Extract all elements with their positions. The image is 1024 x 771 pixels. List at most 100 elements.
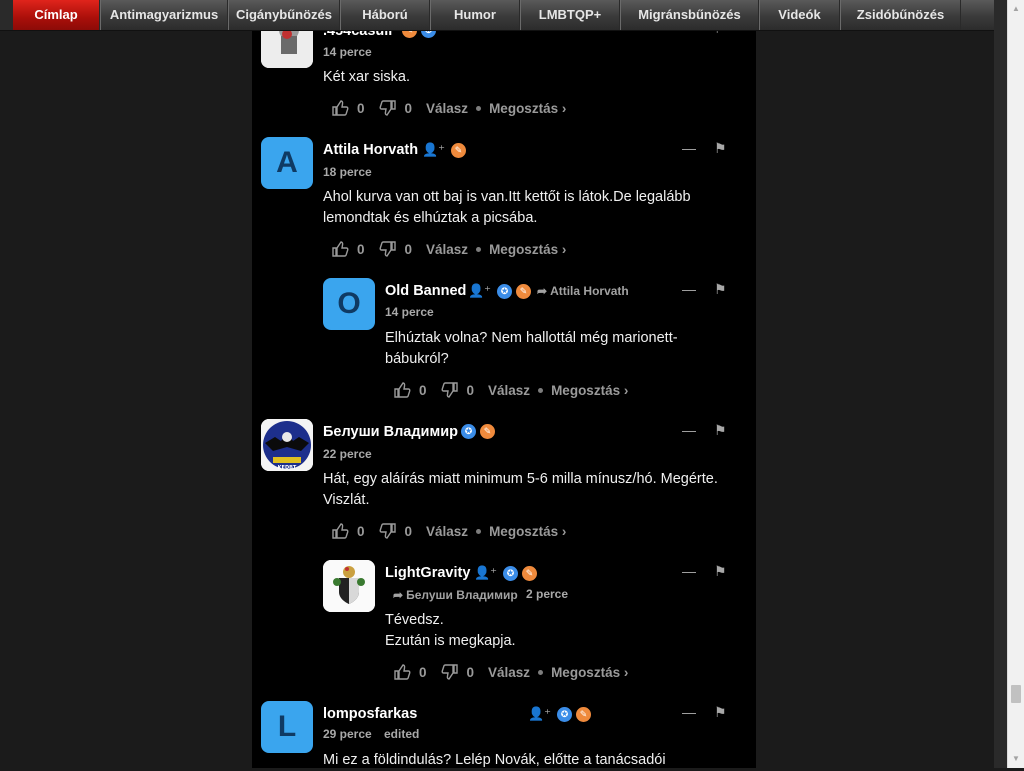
follow-user-icon[interactable]: 👤⁺ (422, 142, 445, 158)
comment-body: Tévedsz. Ezután is megkapja. (385, 610, 805, 652)
coat-of-arms-avatar-image (323, 560, 375, 612)
scroll-up-arrow-icon[interactable]: ▲ (1008, 2, 1024, 16)
pencil-badge-icon: ✎ (522, 565, 538, 581)
follow-user-icon[interactable]: 👤⁺ (528, 706, 551, 722)
pencil-badge-icon: ✎ (451, 142, 467, 158)
collapse-icon[interactable]: — (682, 281, 696, 297)
avatar[interactable]: L (261, 701, 313, 753)
reply-to-name[interactable]: Attila Horvath (550, 284, 629, 298)
flag-icon[interactable]: ⚑ (714, 704, 727, 721)
collapse-icon[interactable]: — (682, 563, 696, 579)
flag-icon[interactable]: ⚑ (714, 563, 727, 580)
comment-body: Hát, egy aláírás miatt minimum 5-6 milla… (323, 471, 718, 508)
share-button[interactable]: Megosztás › (489, 242, 566, 257)
flag-icon[interactable]: ⚑ (714, 281, 727, 298)
nav-item-zsidobunozes[interactable]: Zsidóbűnözés (840, 0, 961, 30)
collapse-icon[interactable]: — (682, 422, 696, 438)
reply-button[interactable]: Válasz (426, 524, 468, 539)
comment-timestamp[interactable]: 18 perce (323, 165, 372, 179)
scroll-thumb[interactable] (1011, 685, 1021, 703)
thumbs-down-icon[interactable] (441, 663, 459, 681)
dislike-count: 0 (404, 523, 413, 539)
avatar[interactable] (323, 560, 375, 612)
award-badge-icon: ✪ (461, 424, 476, 439)
comment-actions: 0 0 Válasz Megosztás › (331, 240, 566, 258)
comment-body-line: Ezután is megkapja. (385, 633, 516, 649)
thumbs-down-icon[interactable] (379, 240, 397, 258)
dislike-count: 0 (404, 241, 413, 257)
thumbs-down-icon[interactable] (379, 522, 397, 540)
thumbs-up-icon[interactable] (393, 663, 411, 681)
comment-author[interactable]: Белуши Владимир (323, 424, 458, 440)
nav-item-migransbunozes[interactable]: Migránsbűnözés (620, 0, 759, 30)
page-scrollbar[interactable]: ▲ ▼ (1007, 0, 1024, 768)
share-button[interactable]: Megosztás › (489, 101, 566, 116)
nav-item-cimlap[interactable]: Címlap (13, 0, 100, 30)
pencil-badge-icon: ✎ (576, 706, 592, 722)
nav-item-haboru[interactable]: Háború (340, 0, 430, 30)
thumbs-up-icon[interactable] (331, 522, 349, 540)
flag-icon[interactable]: ⚑ (714, 140, 727, 157)
separator-dot (476, 528, 482, 534)
collapse-icon[interactable]: — (682, 140, 696, 156)
comment-author[interactable]: Old Banned (385, 283, 466, 299)
comment-timestamp[interactable]: 22 perce (323, 447, 372, 461)
scroll-down-arrow-icon[interactable]: ▼ (1008, 752, 1024, 766)
svg-text:KEDBT: KEDBT (278, 465, 297, 471)
dislike-count: 0 (404, 100, 413, 116)
share-button[interactable]: Megosztás › (489, 524, 566, 539)
reply-to-link[interactable]: ➦ Attila Horvath (537, 284, 629, 298)
thumbs-down-icon[interactable] (379, 99, 397, 117)
comment-timestamp[interactable]: 14 perce (323, 45, 372, 59)
like-count: 0 (357, 523, 365, 539)
pencil-badge-icon: ✎ (480, 424, 495, 439)
separator-dot (476, 246, 482, 252)
nav-item-lmbtqp[interactable]: LMBTQP+ (520, 0, 620, 30)
separator-dot (476, 105, 482, 111)
user-badges: ✪ ✎ (461, 424, 499, 439)
comment-author[interactable]: lomposfarkas 󠁧󠁢 󠁧󠁢 󠁧󠁢 󠁧󠁢 (323, 706, 433, 722)
dislike-count: 0 (466, 664, 475, 680)
nav-item-antimagyarizmus[interactable]: Antimagyarizmus (100, 0, 228, 30)
avatar[interactable]: KEDBT (261, 419, 313, 471)
like-count: 0 (357, 241, 365, 257)
comment-author[interactable]: LightGravity (385, 565, 470, 581)
dislike-count: 0 (466, 382, 475, 398)
avatar[interactable]: A (261, 137, 313, 189)
reply-to-name[interactable]: Белуши Владимир (406, 588, 518, 602)
share-button[interactable]: Megosztás › (551, 383, 628, 398)
comment-actions: 0 0 Válasz Megosztás › (393, 663, 628, 681)
thumbs-up-icon[interactable] (331, 240, 349, 258)
reply-button[interactable]: Válasz (488, 383, 530, 398)
reply-button[interactable]: Válasz (426, 242, 468, 257)
reply-button[interactable]: Válasz (488, 665, 530, 680)
comment-timestamp[interactable]: 2 perce (526, 587, 568, 601)
avatar[interactable]: O (323, 278, 375, 330)
nav-item-humor[interactable]: Humor (430, 0, 520, 30)
comment-timestamp[interactable]: 29 perce (323, 727, 372, 741)
comment-author[interactable]: Attila Horvath (323, 142, 418, 158)
follow-user-icon[interactable]: 👤⁺ (474, 565, 497, 581)
follow-user-icon[interactable]: 👤⁺ (468, 283, 491, 299)
user-badges: 👤⁺ ✪ ✎ (528, 706, 595, 722)
award-badge-icon: ✪ (497, 283, 513, 299)
comment-actions: 0 0 Válasz Megosztás › (331, 522, 566, 540)
user-badges: 👤⁺ ✪ ✎ (474, 565, 541, 581)
nav-item-ciganybunozes[interactable]: Cigánybűnözés (228, 0, 340, 30)
collapse-icon[interactable]: — (682, 704, 696, 720)
reply-button[interactable]: Válasz (426, 101, 468, 116)
reply-to-link[interactable]: ➦ Белуши Владимир (393, 588, 518, 602)
comment-timestamp[interactable]: 14 perce (385, 305, 434, 319)
like-count: 0 (419, 382, 427, 398)
reply-arrow-icon: ➦ (537, 284, 548, 298)
thumbs-up-icon[interactable] (393, 381, 411, 399)
thumbs-up-icon[interactable] (331, 99, 349, 117)
comment-actions: 0 0 Válasz Megosztás › (393, 381, 628, 399)
nav-item-videok[interactable]: Videók (759, 0, 840, 30)
flag-icon[interactable]: ⚑ (714, 422, 727, 439)
pencil-badge-icon: ✎ (516, 283, 532, 299)
thumbs-down-icon[interactable] (441, 381, 459, 399)
share-button[interactable]: Megosztás › (551, 665, 628, 680)
like-count: 0 (357, 100, 365, 116)
award-badge-icon: ✪ (503, 565, 519, 581)
